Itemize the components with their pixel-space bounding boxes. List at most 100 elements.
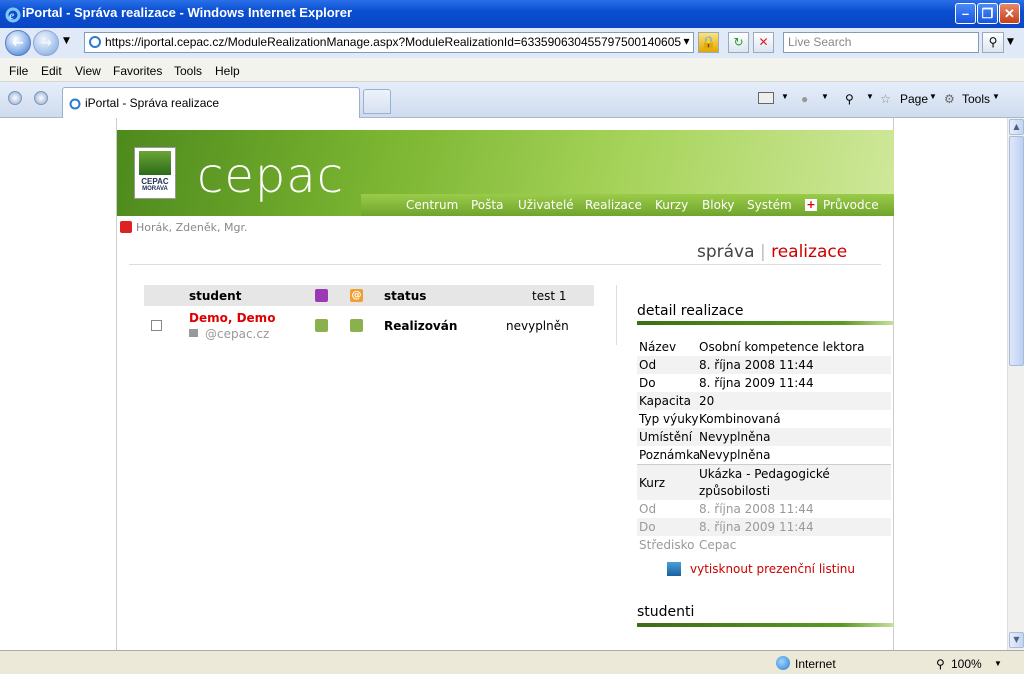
nav-pruvodce[interactable]: Průvodce	[823, 198, 879, 212]
history-dropdown-icon[interactable]: ▼	[63, 36, 70, 46]
search-input[interactable]: Live Search	[783, 32, 979, 53]
back-button[interactable]: ←	[5, 30, 31, 56]
zoom-dropdown-icon[interactable]: ▼	[994, 659, 1002, 668]
new-tab-button[interactable]	[363, 89, 391, 114]
nav-bloky[interactable]: Bloky	[702, 198, 735, 212]
detail-title-bar	[637, 321, 894, 325]
detail-row: Do 8. října 2009 11:44	[637, 518, 891, 536]
user-info: Horák, Zdeněk, Mgr.	[120, 221, 248, 234]
nav-realizace[interactable]: Realizace	[585, 198, 642, 212]
user-name[interactable]: Horák, Zdeněk, Mgr.	[136, 221, 248, 234]
find-dropdown-icon[interactable]: ▼	[866, 92, 874, 101]
detail-key: Kurz	[639, 476, 666, 490]
detail-value: 20	[699, 394, 715, 408]
menu-favorites[interactable]: Favorites	[113, 64, 162, 78]
page-title-sep: |	[759, 242, 766, 262]
nav-system[interactable]: Systém	[747, 198, 792, 212]
nav-kurzy[interactable]: Kurzy	[655, 198, 688, 212]
maximize-button[interactable]: ❐	[977, 3, 998, 24]
ie-tab-icon	[69, 98, 81, 110]
menu-bar: File Edit View Favorites Tools Help	[0, 58, 1024, 82]
logout-icon[interactable]	[120, 221, 132, 233]
close-button[interactable]: ✕	[999, 3, 1020, 24]
address-dropdown-icon[interactable]: ▾	[676, 32, 697, 53]
menu-edit[interactable]: Edit	[41, 64, 62, 78]
logo-emblem-icon	[139, 151, 171, 175]
zoom-icon[interactable]: ⚲	[936, 657, 945, 671]
detail-row: Umístění Nevyplněna	[637, 428, 891, 446]
detail-row: Od 8. října 2008 11:44	[637, 500, 891, 518]
detail-row: Od 8. října 2008 11:44	[637, 356, 891, 374]
internet-zone-icon	[776, 656, 790, 670]
print-link-text[interactable]: vytisknout prezenční listinu	[690, 562, 855, 576]
detail-key: Od	[639, 502, 657, 516]
minimize-button[interactable]: –	[955, 3, 976, 24]
students-section-title: studenti	[637, 604, 695, 620]
cepac-logo[interactable]: CEPAC MORAVA	[134, 147, 176, 199]
nav-uzivatele[interactable]: Uživatelé	[518, 198, 574, 212]
print-icon	[667, 562, 681, 576]
stop-icon[interactable]: ✕	[753, 32, 774, 53]
page-menu-icon: ☆	[880, 92, 891, 106]
forward-button[interactable]: →	[33, 30, 59, 56]
print-attendance-link[interactable]: vytisknout prezenční listinu	[667, 562, 855, 576]
students-table-header: student @ status test 1	[144, 285, 594, 306]
scroll-thumb[interactable]	[1009, 136, 1024, 366]
window-title: iPortal - Správa realizace - Windows Int…	[22, 5, 353, 20]
zoom-level[interactable]: 100%	[951, 657, 982, 671]
detail-row-course: Kurz Ukázka - Pedagogické způsobilosti	[637, 464, 891, 500]
menu-view[interactable]: View	[75, 64, 101, 78]
tools-dropdown-icon[interactable]: ▼	[992, 92, 1000, 101]
refresh-icon[interactable]: ↻	[728, 32, 749, 53]
page-viewport: CEPAC MORAVA cepac Centrum Pošta Uživate…	[0, 118, 1007, 650]
email-all-icon[interactable]: @	[350, 289, 363, 302]
lock-icon[interactable]: 🔒	[698, 32, 719, 53]
student-name[interactable]: Demo, Demo	[189, 311, 275, 325]
site-brand: cepac	[197, 148, 345, 204]
feeds-icon[interactable]	[758, 92, 774, 104]
tools-gear-icon: ⚙	[944, 92, 955, 106]
feeds-dropdown-icon[interactable]: ▼	[781, 92, 789, 101]
search-options-icon[interactable]: ▼	[1007, 37, 1014, 47]
detail-row: Název Osobní kompetence lektora	[637, 338, 891, 356]
tab-bar: iPortal - Správa realizace ▼ ● ▼ ⚲ ▼ ☆ P…	[0, 82, 1024, 118]
address-input[interactable]: https://iportal.cepac.cz/ModuleRealizati…	[84, 32, 694, 53]
print-dropdown-icon[interactable]: ▼	[821, 92, 829, 101]
menu-tools[interactable]: Tools	[174, 64, 202, 78]
print-icon[interactable]: ●	[801, 92, 808, 106]
scroll-down-icon[interactable]: ▼	[1009, 632, 1024, 648]
menu-file[interactable]: File	[9, 64, 28, 78]
student-email[interactable]: @cepac.cz	[205, 327, 269, 341]
message-all-icon[interactable]	[315, 289, 328, 302]
detail-key: Od	[639, 358, 657, 372]
page-title-b: realizace	[771, 242, 848, 262]
detail-key: Středisko	[639, 538, 695, 552]
scroll-up-icon[interactable]: ▲	[1009, 119, 1024, 135]
favorites-center-icon[interactable]	[8, 91, 22, 105]
detail-value: Nevyplněna	[699, 448, 771, 462]
student-chart-icon[interactable]	[315, 319, 328, 332]
page-menu-button[interactable]: Page	[900, 92, 928, 106]
status-bar: Internet ⚲ 100% ▼	[0, 650, 1024, 674]
menu-help[interactable]: Help	[215, 64, 240, 78]
student-checkbox[interactable]	[151, 320, 162, 331]
detail-row: Do 8. října 2009 11:44	[637, 374, 891, 392]
detail-key: Název	[639, 340, 677, 354]
find-icon[interactable]: ⚲	[845, 92, 854, 106]
vertical-scrollbar[interactable]: ▲ ▼	[1007, 118, 1024, 650]
detail-value: 8. října 2008 11:44	[699, 502, 814, 516]
page-dropdown-icon[interactable]: ▼	[929, 92, 937, 101]
search-icon[interactable]: ⚲	[982, 32, 1004, 53]
student-email-icon	[189, 329, 198, 337]
title-divider	[129, 264, 881, 265]
nav-posta[interactable]: Pošta	[471, 198, 503, 212]
add-favorite-icon[interactable]	[34, 91, 48, 105]
detail-key: Kapacita	[639, 394, 691, 408]
tools-menu-button[interactable]: Tools	[962, 92, 990, 106]
tab-iportal[interactable]: iPortal - Správa realizace	[62, 87, 360, 118]
logo-sub: MORAVA	[142, 186, 168, 192]
detail-value: 8. října 2009 11:44	[699, 520, 814, 534]
nav-centrum[interactable]: Centrum	[406, 198, 458, 212]
detail-title: detail realizace	[637, 303, 744, 319]
student-stats-icon[interactable]	[350, 319, 363, 332]
